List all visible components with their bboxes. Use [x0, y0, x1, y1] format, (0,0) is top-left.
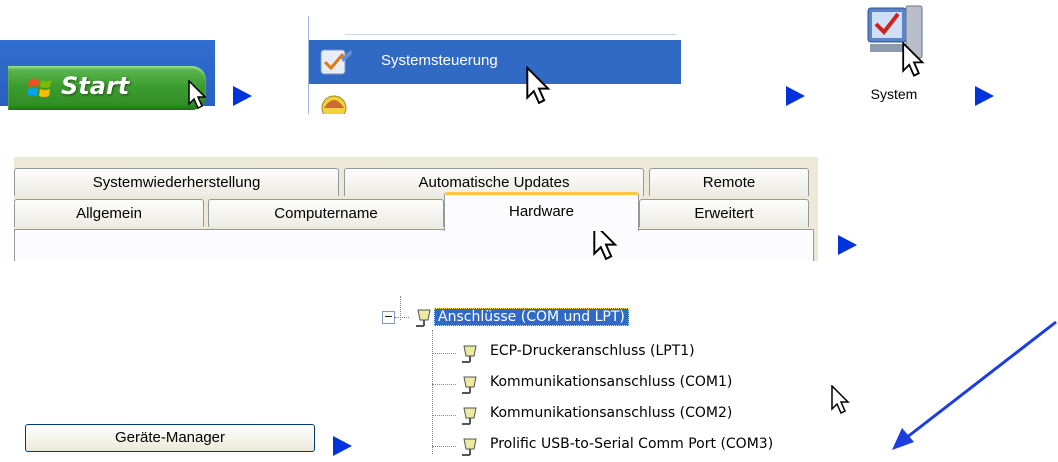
tree-item-port[interactable]: Kommunikationsanschluss (COM1)	[490, 371, 732, 393]
tab-erweitert[interactable]: Erweitert	[639, 199, 809, 227]
start-menu: Systemsteuerung	[308, 16, 681, 114]
tab-allgemein[interactable]: Allgemein	[14, 199, 204, 227]
step-arrow-icon	[333, 436, 352, 456]
step-arrow-icon	[233, 86, 252, 106]
mouse-pointer-icon	[526, 66, 551, 105]
port-connector-icon	[462, 438, 477, 456]
highlight-arrow-icon	[892, 320, 1057, 450]
collapse-toggle[interactable]: −	[382, 311, 395, 324]
tree-item-anschluesse[interactable]: Anschlüsse (COM und LPT)	[434, 306, 629, 328]
tab-remote[interactable]: Remote	[649, 168, 809, 196]
port-connector-icon	[462, 345, 477, 363]
start-button[interactable]: Start	[8, 66, 206, 110]
step-arrow-icon	[975, 86, 994, 106]
geraete-manager-button[interactable]: Geräte-Manager	[25, 424, 315, 452]
control-panel-icon	[320, 49, 352, 75]
windows-logo-icon	[28, 78, 51, 97]
tab-computername[interactable]: Computername	[208, 199, 444, 227]
port-connector-icon	[416, 309, 431, 327]
step-arrow-icon	[838, 235, 857, 255]
tab-hardware[interactable]: Hardware	[444, 192, 639, 231]
system-properties-tabs: Systemwiederherstellung Automatische Upd…	[14, 157, 818, 261]
port-connector-icon	[462, 376, 477, 394]
mouse-pointer-icon	[188, 80, 207, 110]
next-menu-item-icon	[321, 95, 347, 114]
tab-systemwiederherstellung[interactable]: Systemwiederherstellung	[14, 168, 339, 196]
menu-item-label: Systemsteuerung	[381, 52, 498, 69]
mouse-pointer-icon	[831, 385, 850, 415]
step-arrow-icon	[786, 86, 805, 106]
tree-category-label: Anschlüsse (COM und LPT)	[434, 308, 629, 326]
start-label: Start	[61, 72, 130, 100]
tree-item-port[interactable]: Kommunikationsanschluss (COM2)	[490, 402, 732, 424]
tree-item-port[interactable]: Prolific USB-to-Serial Comm Port (COM3)	[490, 433, 773, 455]
tree-item-port[interactable]: ECP-Druckeranschluss (LPT1)	[490, 340, 695, 362]
mouse-pointer-icon	[902, 42, 925, 77]
menu-separator	[345, 34, 677, 35]
tab-panel	[14, 229, 814, 261]
menu-item-systemsteuerung[interactable]: Systemsteuerung	[309, 40, 681, 84]
device-manager-tree: − Anschlüsse (COM und LPT) ECP-Druckeran…	[380, 296, 773, 462]
port-connector-icon	[462, 407, 477, 425]
system-icon-label: System	[870, 86, 918, 102]
